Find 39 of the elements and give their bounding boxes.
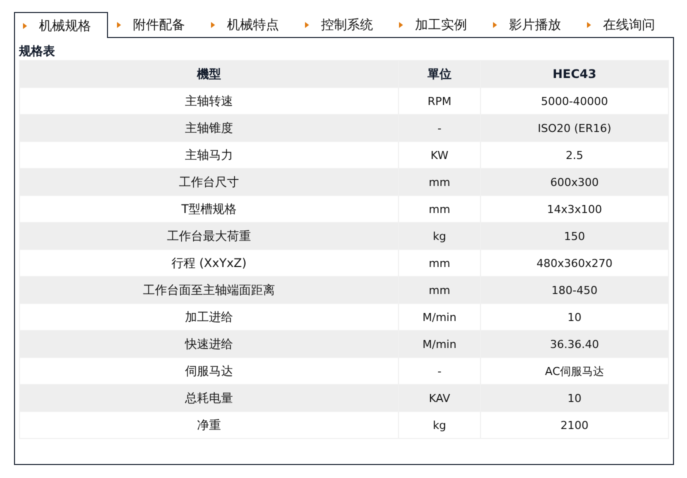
table-cell: 2100 — [480, 412, 668, 438]
tab[interactable]: 附件配备 — [108, 12, 202, 37]
table-cell: 总耗电量 — [20, 384, 398, 412]
arrow-icon — [211, 22, 215, 28]
table-cell: 10 — [480, 384, 668, 412]
tab[interactable]: 机械规格 — [14, 12, 108, 38]
arrow-icon — [587, 22, 591, 28]
table-cell: ISO20 (ER16) — [480, 114, 668, 142]
arrow-icon — [493, 22, 497, 28]
table-cell: 180-450 — [480, 276, 668, 304]
section-title: 规格表 — [19, 43, 56, 60]
table-cell: kg — [398, 412, 480, 438]
table-cell: 主轴锥度 — [20, 114, 398, 142]
table-cell: 150 — [480, 222, 668, 250]
tab[interactable]: 机械特点 — [202, 12, 296, 37]
tab[interactable]: 加工实例 — [390, 12, 484, 37]
tab[interactable]: 在线询问 — [578, 12, 672, 37]
table-cell: M/min — [398, 330, 480, 358]
column-header: 單位 — [398, 60, 480, 88]
arrow-icon — [117, 22, 121, 28]
table-cell: 工作台最大荷重 — [20, 222, 398, 250]
arrow-icon — [23, 22, 27, 28]
arrow-icon — [305, 22, 309, 28]
table-cell: 快速进给 — [20, 330, 398, 358]
table-cell: 工作台尺寸 — [20, 168, 398, 196]
table-cell: 净重 — [20, 412, 398, 438]
table-cell: mm — [398, 276, 480, 304]
table-cell: KAV — [398, 384, 480, 412]
tab[interactable]: 影片播放 — [484, 12, 578, 37]
table-cell: 工作台面至主轴端面距离 — [20, 276, 398, 304]
table-cell: 36.36.40 — [480, 330, 668, 358]
table-cell: 600x300 — [480, 168, 668, 196]
table-cell: mm — [398, 168, 480, 196]
column-header: HEC43 — [480, 60, 668, 88]
tab[interactable]: 控制系统 — [296, 12, 390, 37]
column-header: 機型 — [20, 60, 398, 88]
arrow-icon — [399, 22, 403, 28]
table-cell: kg — [398, 222, 480, 250]
table-cell: - — [398, 114, 480, 142]
